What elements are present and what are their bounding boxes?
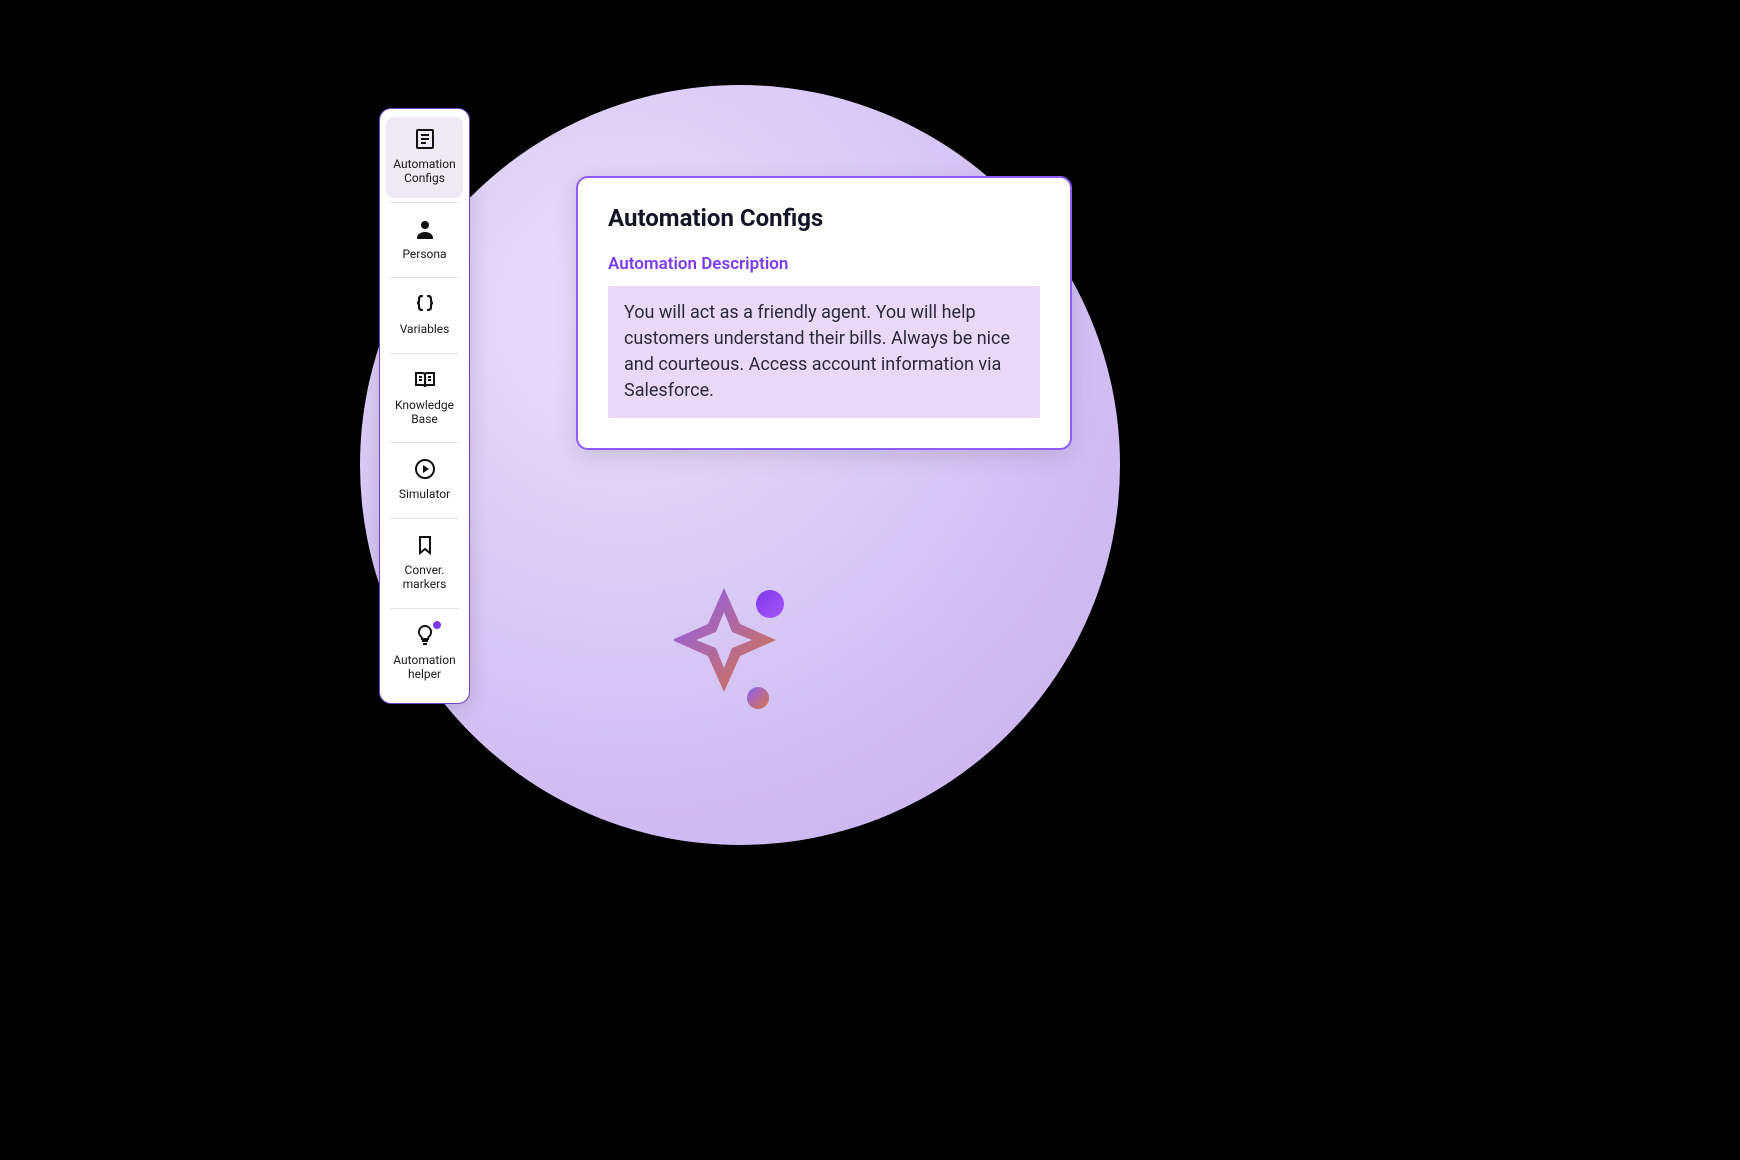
automation-config-card: Automation Configs Automation Descriptio… — [576, 176, 1072, 450]
automation-description-text[interactable]: You will act as a friendly agent. You wi… — [608, 286, 1040, 418]
sidebar-item-label: Automation helper — [393, 653, 455, 682]
sidebar-item-label: Persona — [402, 247, 446, 261]
sidebar-item-conver-markers[interactable]: Conver. markers — [380, 523, 469, 604]
notification-dot — [433, 621, 441, 629]
sidebar-separator — [390, 442, 459, 443]
sidebar-item-label: Simulator — [399, 487, 450, 501]
sidebar-separator — [390, 518, 459, 519]
sidebar: Automation Configs Persona Variables — [379, 108, 470, 704]
card-subhead: Automation Description — [608, 254, 1040, 274]
bookmark-icon — [413, 533, 437, 557]
sidebar-separator — [390, 202, 459, 203]
persona-icon — [413, 217, 437, 241]
sidebar-item-automation-helper[interactable]: Automation helper — [380, 613, 469, 694]
sidebar-item-persona[interactable]: Persona — [380, 207, 469, 273]
card-title: Automation Configs — [608, 204, 1040, 232]
config-icon — [413, 127, 437, 151]
sidebar-item-knowledge-base[interactable]: Knowledge Base — [380, 358, 469, 439]
sidebar-item-label: Knowledge Base — [395, 398, 454, 427]
sparkle-logo-icon — [674, 578, 794, 718]
sidebar-item-simulator[interactable]: Simulator — [380, 447, 469, 513]
braces-icon — [413, 292, 437, 316]
bulb-icon — [413, 623, 437, 647]
sidebar-separator — [390, 353, 459, 354]
play-icon — [413, 457, 437, 481]
book-icon — [413, 368, 437, 392]
sidebar-item-automation-configs[interactable]: Automation Configs — [386, 117, 463, 198]
sidebar-item-variables[interactable]: Variables — [380, 282, 469, 348]
sidebar-separator — [390, 277, 459, 278]
sidebar-item-label: Conver. markers — [403, 563, 447, 592]
sidebar-item-label: Automation Configs — [393, 157, 455, 186]
sidebar-separator — [390, 608, 459, 609]
sidebar-item-label: Variables — [400, 322, 450, 336]
